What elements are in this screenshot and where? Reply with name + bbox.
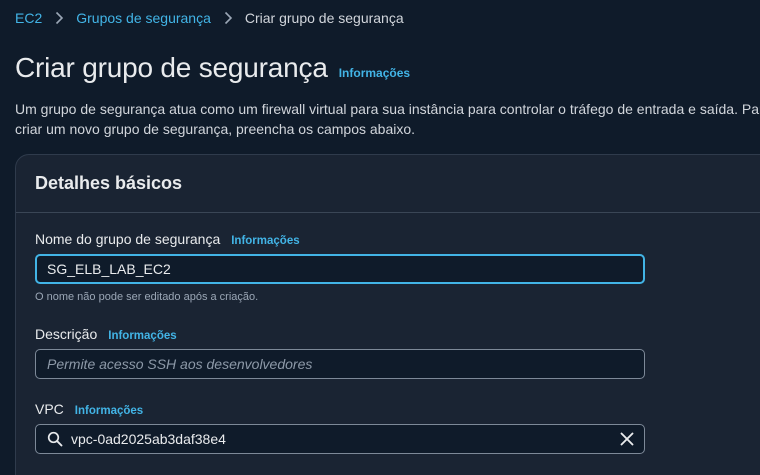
breadcrumb-current: Criar grupo de segurança (244, 10, 404, 26)
security-group-name-input[interactable]: SG_ELB_LAB_EC2 (35, 254, 645, 284)
chevron-right-icon (221, 11, 235, 25)
description-info-link[interactable]: Informações (108, 330, 176, 342)
page-header: Criar grupo de segurança Informações (15, 52, 410, 84)
vpc-info-link[interactable]: Informações (75, 405, 143, 417)
panel-header: Detalhes básicos (16, 155, 760, 213)
basic-details-panel: Detalhes básicos Nome do grupo de segura… (15, 154, 760, 475)
vpc-label-row: VPC Informações (35, 401, 645, 417)
vpc-search-input[interactable]: vpc-0ad2025ab3daf38e4 (35, 424, 645, 454)
description-input[interactable]: Permite acesso SSH aos desenvolvedores (35, 349, 645, 379)
name-label-row: Nome do grupo de segurança Informações (35, 231, 645, 247)
name-hint: O nome não pode ser editado após a criaç… (35, 291, 259, 303)
vpc-field: VPC Informações vpc-0ad2025ab3daf38e4 (35, 401, 645, 454)
vpc-label: VPC (35, 401, 64, 417)
search-icon (47, 431, 63, 447)
breadcrumb-security-groups-link[interactable]: Grupos de segurança (76, 10, 211, 26)
panel-title: Detalhes básicos (35, 173, 183, 193)
close-icon[interactable] (619, 431, 635, 447)
vpc-input-value: vpc-0ad2025ab3daf38e4 (71, 431, 226, 447)
page: EC2 Grupos de segurança Criar grupo de s… (0, 0, 760, 475)
name-input-value: SG_ELB_LAB_EC2 (47, 261, 171, 277)
page-description: Um grupo de segurança atua como um firew… (15, 101, 760, 137)
description-label-row: Descrição Informações (35, 326, 645, 342)
description-label: Descrição (35, 326, 98, 342)
description-field: Descrição Informações Permite acesso SSH… (35, 326, 645, 379)
name-info-link[interactable]: Informações (231, 235, 299, 247)
chevron-right-icon (52, 11, 66, 25)
description-placeholder: Permite acesso SSH aos desenvolvedores (47, 356, 313, 372)
breadcrumb-ec2-link[interactable]: EC2 (15, 10, 42, 26)
security-group-name-field: Nome do grupo de segurança Informações S… (35, 231, 645, 303)
name-label: Nome do grupo de segurança (35, 231, 221, 247)
page-title: Criar grupo de segurança (15, 52, 328, 83)
page-info-link[interactable]: Informações (339, 66, 410, 80)
breadcrumb: EC2 Grupos de segurança Criar grupo de s… (15, 10, 404, 26)
